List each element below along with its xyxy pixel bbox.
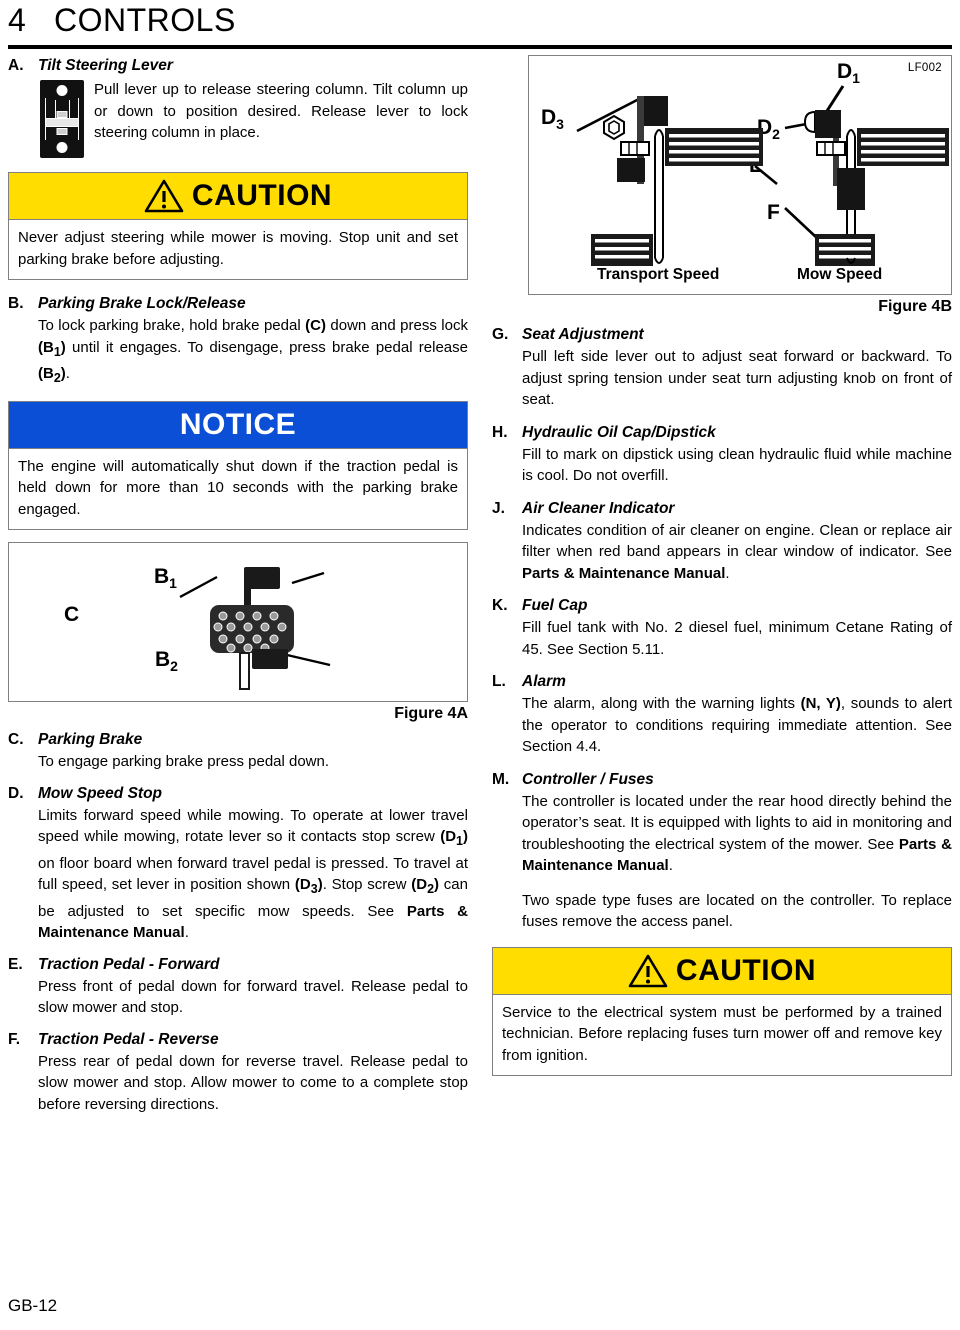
item-e-traction-pedal-forward: E. Traction Pedal - Forward Press front … xyxy=(8,954,468,1019)
notice-banner: NOTICE xyxy=(9,401,467,448)
ref-c: (C) xyxy=(305,317,326,334)
warning-triangle-icon xyxy=(628,954,668,987)
item-j-letter: J. xyxy=(492,499,505,517)
item-d-mow-speed-stop: D. Mow Speed Stop Limits forward speed w… xyxy=(8,783,468,944)
item-h-letter: H. xyxy=(492,423,508,441)
item-m-text-paragraph-2: Two spade type fuses are located on the … xyxy=(522,891,952,931)
caution-text: Never adjust steering while mower is mov… xyxy=(9,219,467,279)
item-f-title: Traction Pedal - Reverse xyxy=(38,1030,219,1048)
page-footer: GB-12 xyxy=(8,1296,58,1315)
item-j-air-cleaner-indicator: J. Air Cleaner Indicator Indicates condi… xyxy=(492,498,952,585)
item-m-title: Controller / Fuses xyxy=(522,770,654,788)
item-c-letter: C. xyxy=(8,731,24,748)
item-b-text: To lock parking brake, hold brake pedal … xyxy=(38,317,468,385)
item-h-title: Hydraulic Oil Cap/Dipstick xyxy=(522,423,716,441)
caution-label-2: CAUTION xyxy=(675,953,817,987)
item-a-title: Tilt Steering Lever xyxy=(38,57,173,74)
item-m-letter: M. xyxy=(492,770,510,788)
item-g-letter: G. xyxy=(492,326,509,343)
item-m-controller-fuses: M. Controller / Fuses The controller is … xyxy=(492,769,952,933)
item-k-title: Fuel Cap xyxy=(522,597,588,614)
item-d-letter: D. xyxy=(8,784,24,802)
ref-d1: (D1) xyxy=(440,828,468,848)
figure-4a-caption: Figure 4A xyxy=(394,705,468,722)
item-j-text: Indicates condition of air cleaner on en… xyxy=(522,521,952,582)
item-g-seat-adjustment: G. Seat Adjustment Pull left side lever … xyxy=(492,324,952,411)
item-f-letter: F. xyxy=(8,1030,21,1048)
item-k-fuel-cap: K. Fuel Cap Fill fuel tank with No. 2 di… xyxy=(492,595,952,660)
item-j-manual-ref: Parts & Maintenance Manual xyxy=(522,564,726,582)
ref-b2: (B2) xyxy=(38,365,66,385)
item-e-title: Traction Pedal - Forward xyxy=(38,955,220,973)
item-a-letter: A. xyxy=(8,57,24,74)
item-l-title: Alarm xyxy=(522,673,566,690)
item-e-letter: E. xyxy=(8,955,23,973)
item-b-parking-brake-lock: B. Parking Brake Lock/Release To lock pa… xyxy=(8,293,468,390)
item-m-text: The controller is located under the rear… xyxy=(522,792,953,875)
caution-banner: CAUTION xyxy=(9,173,467,219)
ref-n-y: (N, Y) xyxy=(800,695,841,712)
notice-text: The engine will automatically shut down … xyxy=(9,447,467,530)
ref-b1: (B1) xyxy=(38,338,66,359)
item-f-traction-pedal-reverse: F. Traction Pedal - Reverse Press rear o… xyxy=(8,1029,468,1116)
item-g-title: Seat Adjustment xyxy=(522,326,644,343)
figure-4b-drawing xyxy=(576,85,949,266)
manual-page: 4 CONTROLS A. Tilt Steering Lever Pull l… xyxy=(0,0,960,1330)
ref-d2: (D2) xyxy=(411,876,440,896)
item-l-alarm: L. Alarm The alarm, along with the warni… xyxy=(492,671,952,758)
page-title: CONTROLS xyxy=(54,2,236,38)
rocker-switch-icon xyxy=(40,80,84,158)
figure-4a-label-b1: B1 xyxy=(154,565,177,592)
chapter-number: 4 xyxy=(8,2,27,38)
notice-label: NOTICE xyxy=(179,407,297,441)
caution-text-2: Service to the electrical system must be… xyxy=(493,993,951,1076)
left-column: A. Tilt Steering Lever Pull lever up to xyxy=(8,55,468,1117)
item-d-text: Limits forward speed while mowing. To op… xyxy=(38,806,469,942)
header-divider xyxy=(8,45,952,49)
figure-4a-label-b2: B2 xyxy=(155,648,178,675)
item-c-title: Parking Brake xyxy=(38,731,143,748)
item-f-text: Press rear of pedal down for reverse tra… xyxy=(38,1052,468,1113)
item-j-title: Air Cleaner Indicator xyxy=(522,499,675,517)
item-k-text: Fill fuel tank with No. 2 diesel fuel, m… xyxy=(522,619,952,658)
item-k-letter: K. xyxy=(492,597,508,614)
notice-box-traction-shutdown: NOTICE The engine will automatically shu… xyxy=(8,400,468,530)
figure-4b-caption: Figure 4B xyxy=(878,298,952,315)
figure-4a-label-c: C xyxy=(64,603,80,626)
item-h-text: Fill to mark on dipstick using clean hyd… xyxy=(522,445,952,485)
item-l-letter: L. xyxy=(492,673,506,690)
ref-d3: (D3) xyxy=(294,876,323,896)
right-column: LF002 D1 D2 D3 E F Transport Speed Mow S… xyxy=(492,55,952,1076)
caution-box-electrical: CAUTION Service to the electrical system… xyxy=(492,946,952,1076)
item-a-tilt-steering-lever: A. Tilt Steering Lever Pull lever up to xyxy=(8,55,468,158)
item-h-hydraulic-oil-cap: H. Hydraulic Oil Cap/Dipstick Fill to ma… xyxy=(492,422,952,487)
figure-4b-box: LF002 D1 D2 D3 E F Transport Speed Mow S… xyxy=(528,55,952,295)
item-l-text: The alarm, along with the warning lights… xyxy=(522,695,952,755)
item-a-text: Pull lever up to release steering column… xyxy=(94,81,468,141)
item-d-title: Mow Speed Stop xyxy=(38,784,162,802)
item-c-parking-brake: C. Parking Brake To engage parking brake… xyxy=(8,729,468,773)
item-b-letter: B. xyxy=(8,295,24,312)
page-header: 4 CONTROLS xyxy=(8,2,952,39)
item-b-title: Parking Brake Lock/Release xyxy=(38,295,246,312)
caution-banner-2: CAUTION xyxy=(493,947,951,994)
caution-box-steering: CAUTION Never adjust steering while mowe… xyxy=(8,172,468,280)
item-c-text: To engage parking brake press pedal down… xyxy=(38,753,330,770)
figure-4a-box: B1 B2 C xyxy=(8,542,468,702)
caution-label: CAUTION xyxy=(191,179,333,212)
item-g-text: Pull left side lever out to adjust seat … xyxy=(522,348,952,408)
warning-triangle-icon xyxy=(144,179,184,213)
item-m-manual-ref-2: Manual xyxy=(617,857,669,874)
item-e-text: Press front of pedal down for forward tr… xyxy=(38,977,468,1017)
